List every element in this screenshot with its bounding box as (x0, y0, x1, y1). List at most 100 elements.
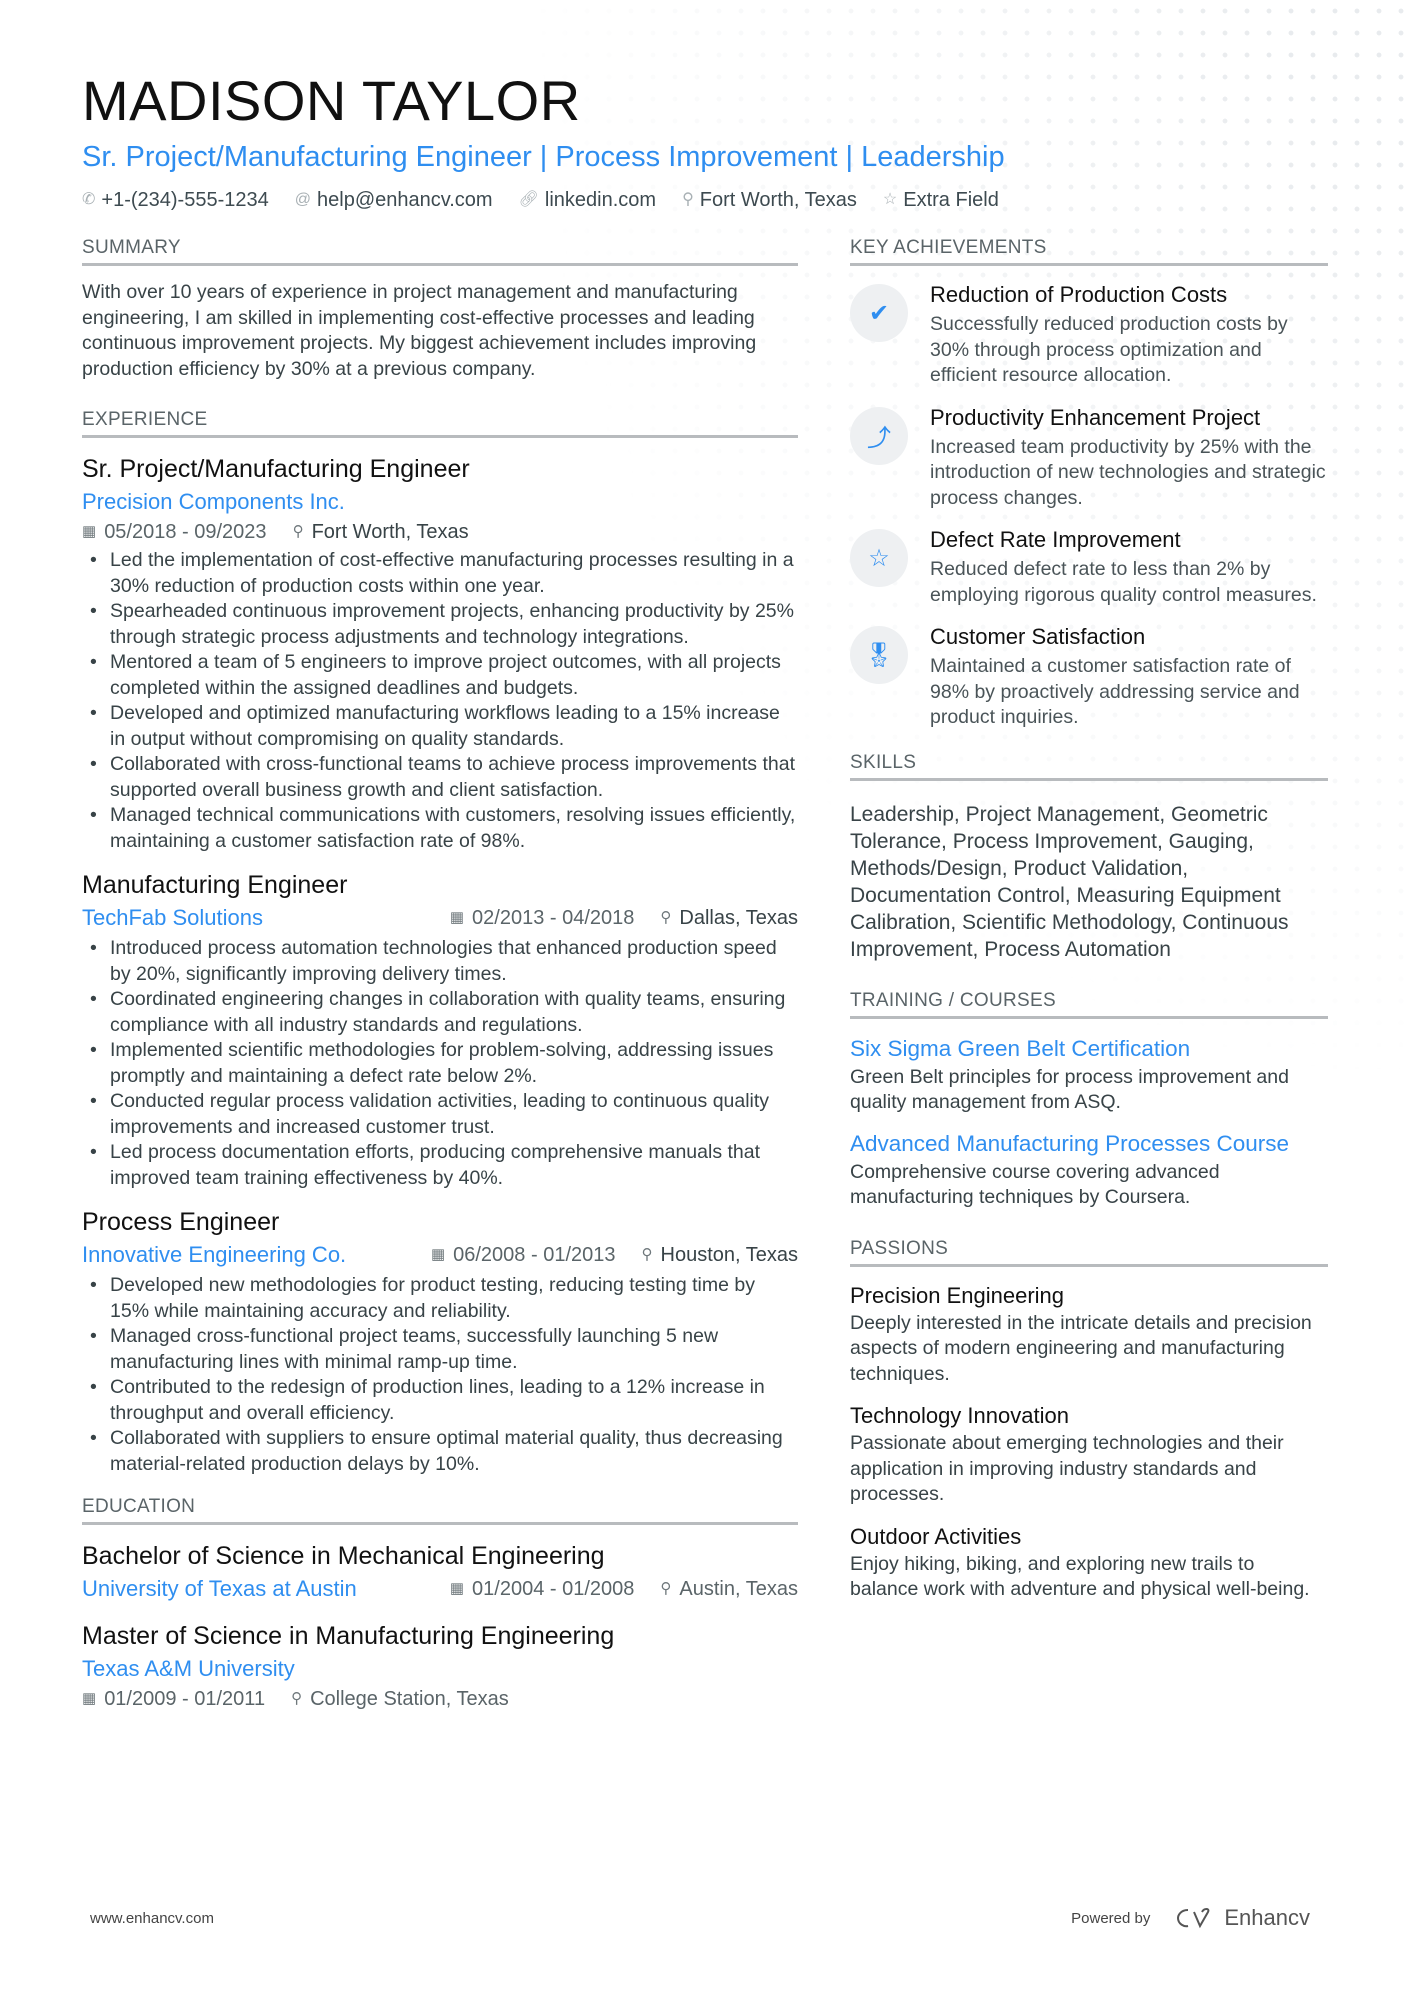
company-name[interactable]: Precision Components Inc. (82, 486, 798, 518)
passion-item: Precision Engineering Deeply interested … (850, 1281, 1328, 1388)
location-text: Houston, Texas (660, 1244, 799, 1266)
footer: www.enhancv.com Powered by Enhancv (90, 1905, 1310, 1931)
bullet-item: Led process documentation efforts, produ… (82, 1140, 798, 1191)
calendar-icon: ▦ (82, 523, 97, 540)
passion-desc: Deeply interested in the intricate detai… (850, 1311, 1312, 1385)
bullet-item: Led the implementation of cost-effective… (82, 548, 798, 599)
location-pin-icon: ⚲ (641, 1246, 653, 1263)
phone-icon: ✆ (82, 191, 96, 208)
achievement-item: ⤴ Productivity Enhancement Project Increa… (850, 403, 1328, 512)
course-title[interactable]: Six Sigma Green Belt Certification (850, 1033, 1328, 1065)
school-name[interactable]: University of Texas at Austin (82, 1573, 357, 1605)
passion-title: Technology Innovation (850, 1403, 1069, 1428)
left-column: SUMMARY With over 10 years of experience… (82, 236, 798, 1739)
company-name[interactable]: Innovative Engineering Co. (82, 1239, 346, 1271)
company-name[interactable]: TechFab Solutions (82, 902, 263, 934)
job-title: Process Engineer (82, 1208, 280, 1236)
job-title: Manufacturing Engineer (82, 871, 348, 899)
achievement-title: Productivity Enhancement Project (930, 404, 1261, 430)
job-dates: ▦ 02/2013 - 04/2018 (450, 904, 635, 932)
achievement-desc: Increased team productivity by 25% with … (930, 435, 1326, 509)
job-location: ⚲ Houston, Texas (642, 1241, 799, 1269)
footer-url[interactable]: www.enhancv.com (90, 1910, 214, 1927)
bullet-item: Developed and optimized manufacturing wo… (82, 701, 798, 752)
course-item: Six Sigma Green Belt Certification Green… (850, 1033, 1328, 1116)
star-icon: ☆ (882, 191, 898, 208)
bullet-item: Collaborated with cross-functional teams… (82, 752, 798, 803)
contact-text: Fort Worth, Texas (699, 189, 857, 211)
course-desc: Green Belt principles for process improv… (850, 1065, 1289, 1114)
contact-linkedin[interactable]: 🔗︎ linkedin.com (519, 186, 656, 214)
passion-desc: Passionate about emerging technologies a… (850, 1432, 1284, 1505)
dates-text: 06/2008 - 01/2013 (453, 1244, 616, 1266)
course-desc: Comprehensive course covering advanced m… (850, 1160, 1220, 1209)
education-entry: Bachelor of Science in Mechanical Engine… (82, 1539, 798, 1605)
dates-text: 01/2004 - 01/2008 (472, 1578, 635, 1600)
summary-text: With over 10 years of experience in proj… (82, 281, 757, 380)
link-icon: 🔗︎ (518, 191, 539, 208)
job-bullets: Led the implementation of cost-effective… (82, 548, 798, 854)
calendar-icon: ▦ (449, 1580, 465, 1597)
edu-location: ⚲ College Station, Texas (291, 1685, 509, 1713)
dates-text: 02/2013 - 04/2018 (472, 907, 635, 929)
education-entry: Master of Science in Manufacturing Engin… (82, 1619, 798, 1713)
contact-email[interactable]: @ help@enhancv.com (295, 186, 493, 214)
job-location: ⚲ Dallas, Texas (660, 904, 798, 932)
achievement-item: ✔ Reduction of Production Costs Successfu… (850, 280, 1328, 389)
job-dates: ▦ 05/2018 - 09/2023 (82, 518, 267, 546)
training-section: TRAINING / COURSES Six Sigma Green Belt … (850, 989, 1328, 1211)
achievement-desc: Successfully reduced production costs by… (930, 313, 1288, 386)
course-title[interactable]: Advanced Manufacturing Processes Course (850, 1128, 1328, 1160)
skills-section: SKILLS Leadership, Project Management, G… (850, 751, 1328, 963)
bullet-item: Mentored a team of 5 engineers to improv… (82, 650, 798, 701)
location-text: Dallas, Texas (679, 907, 798, 929)
star-icon: ☆ (850, 529, 908, 587)
dates-text: 05/2018 - 09/2023 (104, 521, 267, 543)
job-bullets: Introduced process automation technologi… (82, 936, 798, 1191)
contact-location: ⚲ Fort Worth, Texas (682, 186, 857, 214)
calendar-icon: ▦ (430, 1246, 446, 1263)
contact-phone[interactable]: ✆ +1-(234)-555-1234 (82, 186, 269, 214)
candidate-name: MADISON TAYLOR (82, 69, 581, 132)
calendar-icon: ▦ (449, 909, 465, 926)
brand-name: Enhancv (1224, 1905, 1310, 1930)
passion-desc: Enjoy hiking, biking, and exploring new … (850, 1552, 1310, 1601)
location-pin-icon: ⚲ (292, 523, 304, 540)
edu-location: ⚲ Austin, Texas (660, 1575, 798, 1603)
bullet-item: Introduced process automation technologi… (82, 936, 798, 987)
contact-text: help@enhancv.com (317, 189, 493, 211)
achievement-title: Customer Satisfaction (930, 624, 1146, 649)
bullet-item: Managed cross-functional project teams, … (82, 1324, 798, 1375)
edu-dates: ▦ 01/2004 - 01/2008 (450, 1575, 635, 1603)
edu-dates: ▦ 01/2009 - 01/2011 (82, 1685, 265, 1713)
achievement-desc: Reduced defect rate to less than 2% by e… (930, 558, 1317, 606)
powered-by: Powered by Enhancv (1071, 1905, 1310, 1931)
section-title: EDUCATION (82, 1495, 798, 1525)
checkmark-icon: ✔ (850, 284, 908, 342)
passion-item: Outdoor Activities Enjoy hiking, biking,… (850, 1522, 1328, 1603)
bullet-item: Spearheaded continuous improvement proje… (82, 599, 798, 650)
job-entry: Manufacturing Engineer TechFab Solutions… (82, 868, 798, 1191)
achievement-desc: Maintained a customer satisfaction rate … (930, 655, 1300, 728)
bullet-item: Managed technical communications with cu… (82, 803, 798, 854)
degree: Bachelor of Science in Mechanical Engine… (82, 1542, 605, 1570)
school-name[interactable]: Texas A&M University (82, 1653, 798, 1685)
enhancv-logo[interactable]: Enhancv (1174, 1905, 1310, 1931)
at-icon: @ (294, 191, 311, 208)
achievement-item: 🎖︎ Customer Satisfaction Maintained a cus… (850, 622, 1328, 731)
bullet-item: Implemented scientific methodologies for… (82, 1038, 798, 1089)
section-title: KEY ACHIEVEMENTS (850, 236, 1328, 266)
resume-page: MADISON TAYLOR Sr. Project/Manufacturing… (82, 66, 1328, 1739)
job-bullets: Developed new methodologies for product … (82, 1273, 798, 1477)
section-title: TRAINING / COURSES (850, 989, 1328, 1019)
section-title: PASSIONS (850, 1237, 1328, 1267)
degree: Master of Science in Manufacturing Engin… (82, 1622, 615, 1650)
job-title: Sr. Project/Manufacturing Engineer (82, 455, 470, 483)
contact-text: +1-(234)-555-1234 (101, 189, 269, 211)
location-pin-icon: ⚲ (660, 1580, 672, 1597)
job-entry: Sr. Project/Manufacturing Engineer Preci… (82, 452, 798, 854)
bullet-item: Collaborated with suppliers to ensure op… (82, 1426, 798, 1477)
achievement-title: Reduction of Production Costs (930, 282, 1228, 307)
bullet-item: Conducted regular process validation act… (82, 1089, 798, 1140)
achievements-section: KEY ACHIEVEMENTS ✔ Reduction of Producti… (850, 236, 1328, 731)
